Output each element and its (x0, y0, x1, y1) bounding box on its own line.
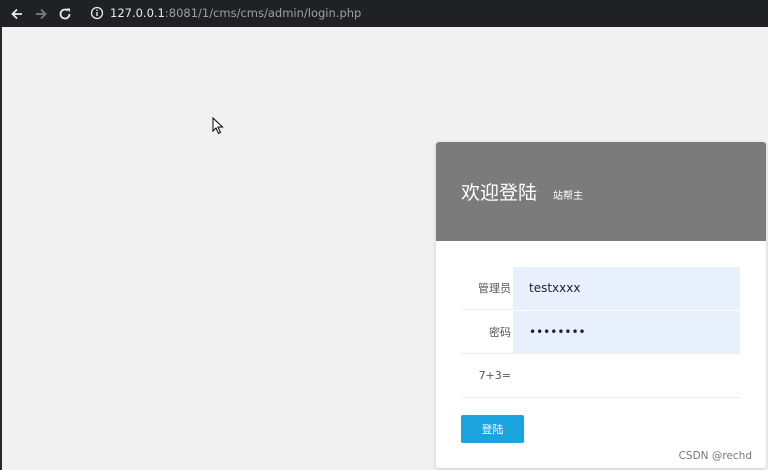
username-label: 管理员 (478, 281, 511, 295)
login-form: 管理员 密码 7+3= 登陆 (436, 241, 766, 443)
username-row: 管理员 (461, 266, 740, 310)
login-header: 欢迎登陆 站帮主 (436, 142, 766, 241)
reload-button[interactable] (53, 0, 77, 27)
info-icon[interactable] (90, 6, 104, 20)
username-input[interactable] (513, 266, 740, 309)
login-button[interactable]: 登陆 (461, 415, 524, 443)
arrow-left-icon (11, 8, 22, 19)
password-input[interactable] (513, 310, 740, 353)
watermark: CSDN @rechd (678, 450, 752, 462)
mouse-cursor-icon (212, 117, 224, 135)
url-path: :8081/1/cms/cms/admin/login.php (164, 6, 362, 20)
password-label: 密码 (489, 325, 511, 339)
captcha-label: 7+3= (478, 369, 511, 382)
back-button[interactable] (5, 0, 29, 27)
url-host: 127.0.0.1 (110, 6, 165, 20)
browser-toolbar: 127.0.0.1:8081/1/cms/cms/admin/login.php (0, 0, 768, 27)
login-panel: 欢迎登陆 站帮主 管理员 密码 7+3= 登陆 (436, 142, 766, 468)
password-row: 密码 (461, 310, 740, 354)
captcha-row: 7+3= (461, 354, 740, 398)
captcha-input[interactable] (513, 354, 740, 397)
login-subtitle: 站帮主 (553, 191, 584, 202)
arrow-right-icon (36, 8, 47, 19)
forward-button[interactable] (29, 0, 53, 27)
login-title: 欢迎登陆 (461, 182, 538, 204)
reload-icon (59, 8, 71, 19)
address-bar[interactable]: 127.0.0.1:8081/1/cms/cms/admin/login.php (82, 2, 758, 24)
